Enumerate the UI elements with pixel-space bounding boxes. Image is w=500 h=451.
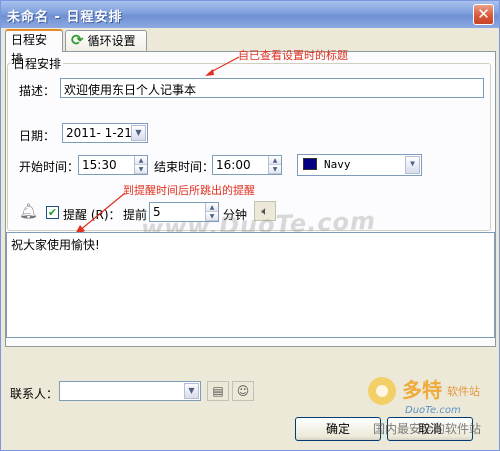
chevron-down-icon[interactable]: ▼ <box>131 125 146 141</box>
contact-label: 联系人： <box>10 387 59 401</box>
site-logo-url: DuoTe.com <box>405 405 461 416</box>
site-logo-sub: 软件站 <box>447 384 480 398</box>
site-logo-name: 多特 <box>402 378 442 402</box>
date-label: 日期： <box>19 129 56 143</box>
spin-up-icon[interactable]: ▲ <box>206 203 218 212</box>
spin-down-icon[interactable]: ▼ <box>269 165 281 174</box>
color-select[interactable]: Navy ▼ <box>297 154 422 176</box>
window-title: 未命名 - 日程安排 <box>7 10 123 25</box>
end-time-input[interactable]: 16:00 ▲ ▼ <box>212 155 282 175</box>
site-logo-tagline: 国内最安全的软件站 <box>373 421 481 436</box>
start-time-input[interactable]: 15:30 ▲ ▼ <box>78 155 148 175</box>
annotation-arrow-1 <box>205 56 240 76</box>
color-swatch <box>303 158 317 170</box>
description-label: 描述： <box>19 84 56 98</box>
memo-textarea[interactable]: 祝大家使用愉快! <box>6 232 495 338</box>
refresh-icon: ⟳ <box>71 31 84 49</box>
end-time-spinner[interactable]: ▲ ▼ <box>268 156 281 174</box>
close-button[interactable]: ✕ <box>473 4 494 25</box>
contact-person-icon[interactable]: ☺ <box>232 381 254 401</box>
annotation-reminder-note: 到提醒时间后所跳出的提醒 <box>123 184 255 197</box>
bell-icon: 🔔︎ <box>19 202 39 220</box>
tab-schedule[interactable]: 日程安排 <box>5 29 63 66</box>
end-time-value: 16:00 <box>216 158 251 172</box>
end-time-label: 结束时间： <box>154 160 215 174</box>
start-time-spinner[interactable]: ▲ ▼ <box>134 156 147 174</box>
date-picker[interactable]: 2011- 1-21 ▼ <box>62 123 148 143</box>
dialog-window: 未命名 - 日程安排 ✕ 日程安排 ⟳ 循环设置 日程安排 自已查看设置时的标题 … <box>0 0 500 451</box>
start-time-label: 开始时间： <box>19 160 80 174</box>
spin-up-icon[interactable]: ▲ <box>269 156 281 165</box>
date-value: 2011- 1-21 <box>66 126 132 140</box>
chevron-down-icon[interactable]: ▼ <box>405 156 420 174</box>
tab-recurrence[interactable]: ⟳ 循环设置 <box>65 30 147 51</box>
description-input[interactable]: 欢迎使用东日个人记事本 <box>60 78 484 98</box>
start-time-value: 15:30 <box>82 158 117 172</box>
address-card-icon[interactable]: ▤ <box>207 381 229 401</box>
tab-recurrence-label: 循环设置 <box>87 34 136 48</box>
contact-select[interactable]: ▼ <box>59 381 201 401</box>
title-bar[interactable]: 未命名 - 日程安排 ✕ <box>1 1 499 28</box>
site-logo: 多特 软件站 DuoTe.com 国内最安全的软件站 <box>368 377 481 436</box>
spin-up-icon[interactable]: ▲ <box>135 156 147 165</box>
annotation-title-note: 自已查看设置时的标题 <box>238 49 348 62</box>
color-value: Navy <box>324 158 351 171</box>
reminder-checkbox[interactable]: ✔ <box>46 206 59 219</box>
spin-down-icon[interactable]: ▼ <box>135 165 147 174</box>
chevron-down-icon[interactable]: ▼ <box>184 383 199 399</box>
